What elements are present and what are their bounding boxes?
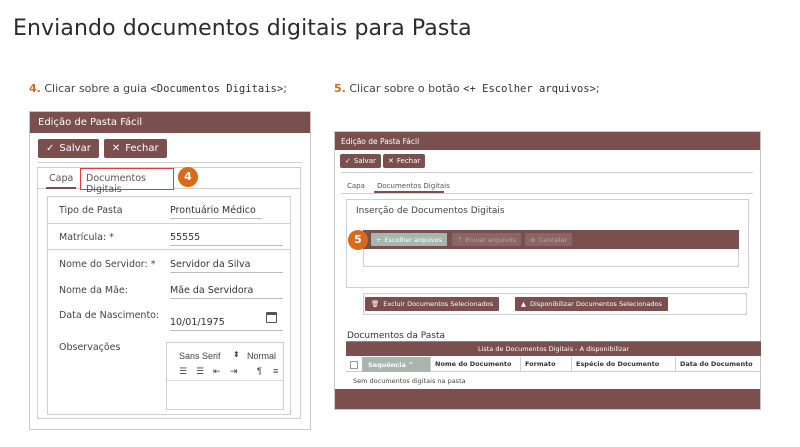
text-direction-icon[interactable]: ¶ (257, 366, 262, 376)
upload-icon: ⇡ (457, 235, 463, 244)
column-divider (430, 357, 431, 372)
close-label: Fechar (396, 157, 421, 165)
delete-selected-button[interactable]: 🗑 Excluir Documentos Selecionados (365, 297, 500, 311)
matricula-field[interactable]: 55555 (170, 232, 283, 246)
close-label: Fechar (125, 143, 159, 154)
calendar-icon[interactable] (266, 312, 277, 323)
step-suffix: ; (595, 82, 600, 95)
save-label: Salvar (353, 157, 376, 165)
cancel-icon: ⊗ (530, 235, 536, 244)
step-text: Clicar sobre o botão (345, 82, 464, 95)
nome-mae-field[interactable]: Mãe da Servidora (170, 285, 283, 299)
delete-selected-label: Excluir Documentos Selecionados (383, 300, 494, 308)
tab-documentos-digitais[interactable]: Documentos Digitais (377, 182, 450, 190)
data-nascimento-label: Data de Nascimento: (59, 310, 160, 321)
divider (47, 249, 291, 250)
dialog-header: Edição de Pasta Fácil (30, 112, 310, 133)
nome-servidor-label: Nome do Servidor: * (59, 259, 156, 270)
section-title: Documentos da Pasta (347, 331, 446, 341)
column-divider (520, 357, 521, 372)
tab-capa[interactable]: Capa (49, 173, 73, 184)
nome-mae-label: Nome da Mãe: (59, 285, 128, 296)
close-button[interactable]: ✕ Fechar (383, 154, 426, 168)
font-size-select[interactable]: Normal (247, 351, 276, 361)
column-divider (675, 357, 676, 372)
tipo-pasta-field[interactable]: Prontuário Médico (170, 205, 262, 219)
plus-icon: + (376, 235, 382, 244)
nome-servidor-field[interactable]: Servidor da Silva (170, 259, 283, 273)
sort-asc-icon: ^ (408, 361, 414, 369)
step-badge-4: 4 (178, 167, 198, 187)
step-text: Clicar sobre a guia (40, 82, 151, 95)
check-icon: ✓ (345, 157, 351, 165)
column-header-data[interactable]: Data do Documento (680, 360, 753, 368)
column-header-nome[interactable]: Nome do Documento (435, 360, 511, 368)
cancel-label: Cancelar (538, 235, 568, 244)
table-footer (335, 389, 760, 409)
select-all-checkbox[interactable] (350, 361, 358, 369)
close-button[interactable]: ✕ Fechar (103, 139, 167, 158)
choose-files-label: Escolher arquivos (384, 235, 442, 244)
column-header-especie[interactable]: Espécie do Documento (576, 360, 659, 368)
upload-drop-area[interactable] (363, 249, 739, 267)
tab-capa[interactable]: Capa (347, 182, 365, 190)
list-header-bar: Lista de Documentos Digitais - A disponi… (346, 342, 761, 356)
divider (341, 193, 753, 194)
save-button[interactable]: ✓ Salvar (38, 139, 99, 158)
matricula-label: Matrícula: * (59, 232, 114, 243)
column-header-formato[interactable]: Formato (525, 360, 556, 368)
triangle-up-icon: ▲ (521, 300, 526, 308)
step-badge-5: 5 (348, 230, 368, 250)
close-icon: ✕ (388, 157, 394, 165)
bullet-list-icon[interactable]: ☰ (196, 366, 204, 377)
step-4-caption: 4. Clicar sobre a guia <Documentos Digit… (29, 82, 287, 95)
tipo-pasta-label: Tipo de Pasta (59, 205, 123, 216)
editor-toolbar: Sans Serif ⬍ Normal ☰ ☰ ⇤ ⇥ ¶ ≡ (167, 343, 283, 381)
indent-icon[interactable]: ⇥ (230, 366, 238, 377)
send-files-button[interactable]: ⇡ Enviar arquivos (452, 233, 521, 246)
close-icon: ✕ (111, 143, 121, 154)
page-title: Enviando documentos digitais para Pasta (13, 16, 472, 41)
ordered-list-icon[interactable]: ☰ (179, 366, 187, 377)
check-icon: ✓ (46, 143, 55, 154)
align-icon[interactable]: ≡ (273, 366, 278, 376)
outdent-icon[interactable]: ⇤ (213, 366, 221, 377)
step-code: <+ Escolher arquivos> (463, 83, 596, 95)
empty-table-message: Sem documentos digitais na pasta (353, 377, 466, 385)
dialog-header: Edição de Pasta Fácil (335, 132, 760, 150)
send-files-label: Enviar arquivos (465, 235, 516, 244)
observacoes-label: Observações (59, 342, 121, 353)
dialog-toolbar: ✓ Salvar ✕ Fechar (38, 139, 167, 158)
column-divider (571, 357, 572, 372)
column-label: Sequência (368, 361, 406, 369)
save-label: Salvar (59, 143, 91, 154)
step-number: 5. (334, 82, 346, 95)
trash-icon: 🗑 (371, 300, 380, 308)
insert-documents-title: Inserção de Documentos Digitais (356, 206, 505, 216)
publish-selected-button[interactable]: ▲ Disponibilizar Documentos Selecionados (515, 297, 668, 311)
observacoes-editor[interactable]: Sans Serif ⬍ Normal ☰ ☰ ⇤ ⇥ ¶ ≡ (166, 342, 284, 410)
step-number: 4. (29, 82, 41, 95)
save-button[interactable]: ✓ Salvar (340, 154, 381, 168)
active-tab-indicator (46, 187, 76, 189)
step-suffix: ; (283, 82, 287, 95)
choose-files-button[interactable]: + Escolher arquivos (371, 233, 447, 246)
font-family-select[interactable]: Sans Serif (179, 351, 221, 361)
divider (341, 172, 753, 173)
select-caret-icon: ⬍ (233, 350, 240, 359)
step-code: <Documentos Digitais> (150, 83, 284, 95)
step-5-caption: 5. Clicar sobre o botão <+ Escolher arqu… (334, 82, 600, 95)
cancel-button[interactable]: ⊗ Cancelar (525, 233, 573, 246)
column-header-sequencia[interactable]: Sequência ^ (362, 357, 430, 372)
tab-documentos-digitais[interactable]: Documentos Digitais (80, 168, 174, 195)
divider (47, 223, 291, 224)
divider (38, 162, 302, 163)
publish-selected-label: Disponibilizar Documentos Selecionados (530, 300, 662, 308)
